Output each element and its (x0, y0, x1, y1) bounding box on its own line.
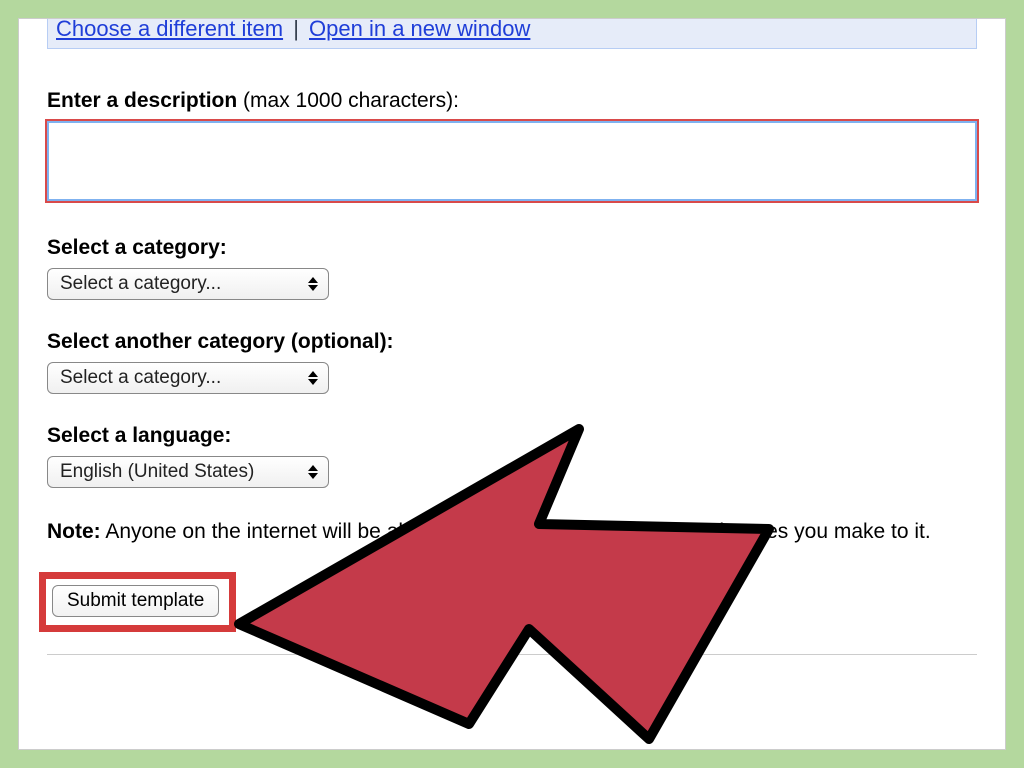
open-new-window-link[interactable]: Open in a new window (309, 18, 530, 41)
category-label: Select a category: (47, 236, 977, 260)
select-sort-icon (308, 277, 318, 291)
category2-select-value: Select a category... (60, 367, 300, 389)
section-divider (47, 654, 977, 655)
language-select-value: English (United States) (60, 461, 300, 483)
link-separator: | (293, 18, 299, 41)
description-label: Enter a description (max 1000 characters… (47, 89, 977, 113)
description-group: Enter a description (max 1000 characters… (47, 89, 977, 206)
category-select[interactable]: Select a category... (47, 268, 329, 300)
language-select[interactable]: English (United States) (47, 456, 329, 488)
select-sort-icon (308, 465, 318, 479)
category2-group: Select another category (optional): Sele… (47, 330, 977, 394)
language-label: Select a language: (47, 424, 977, 448)
choose-different-item-link[interactable]: Choose a different item (56, 18, 283, 41)
category2-label: Select another category (optional): (47, 330, 977, 354)
category-group: Select a category: Select a category... (47, 236, 977, 300)
language-group: Select a language: English (United State… (47, 424, 977, 488)
category2-select[interactable]: Select a category... (47, 362, 329, 394)
description-input[interactable] (47, 121, 977, 201)
visibility-note: Note: Anyone on the internet will be abl… (47, 518, 977, 546)
submit-highlight-box: Submit template (39, 572, 236, 632)
info-link-bar: Choose a different item | Open in a new … (47, 18, 977, 49)
category-select-value: Select a category... (60, 273, 300, 295)
select-sort-icon (308, 371, 318, 385)
submit-template-button[interactable]: Submit template (52, 585, 219, 617)
